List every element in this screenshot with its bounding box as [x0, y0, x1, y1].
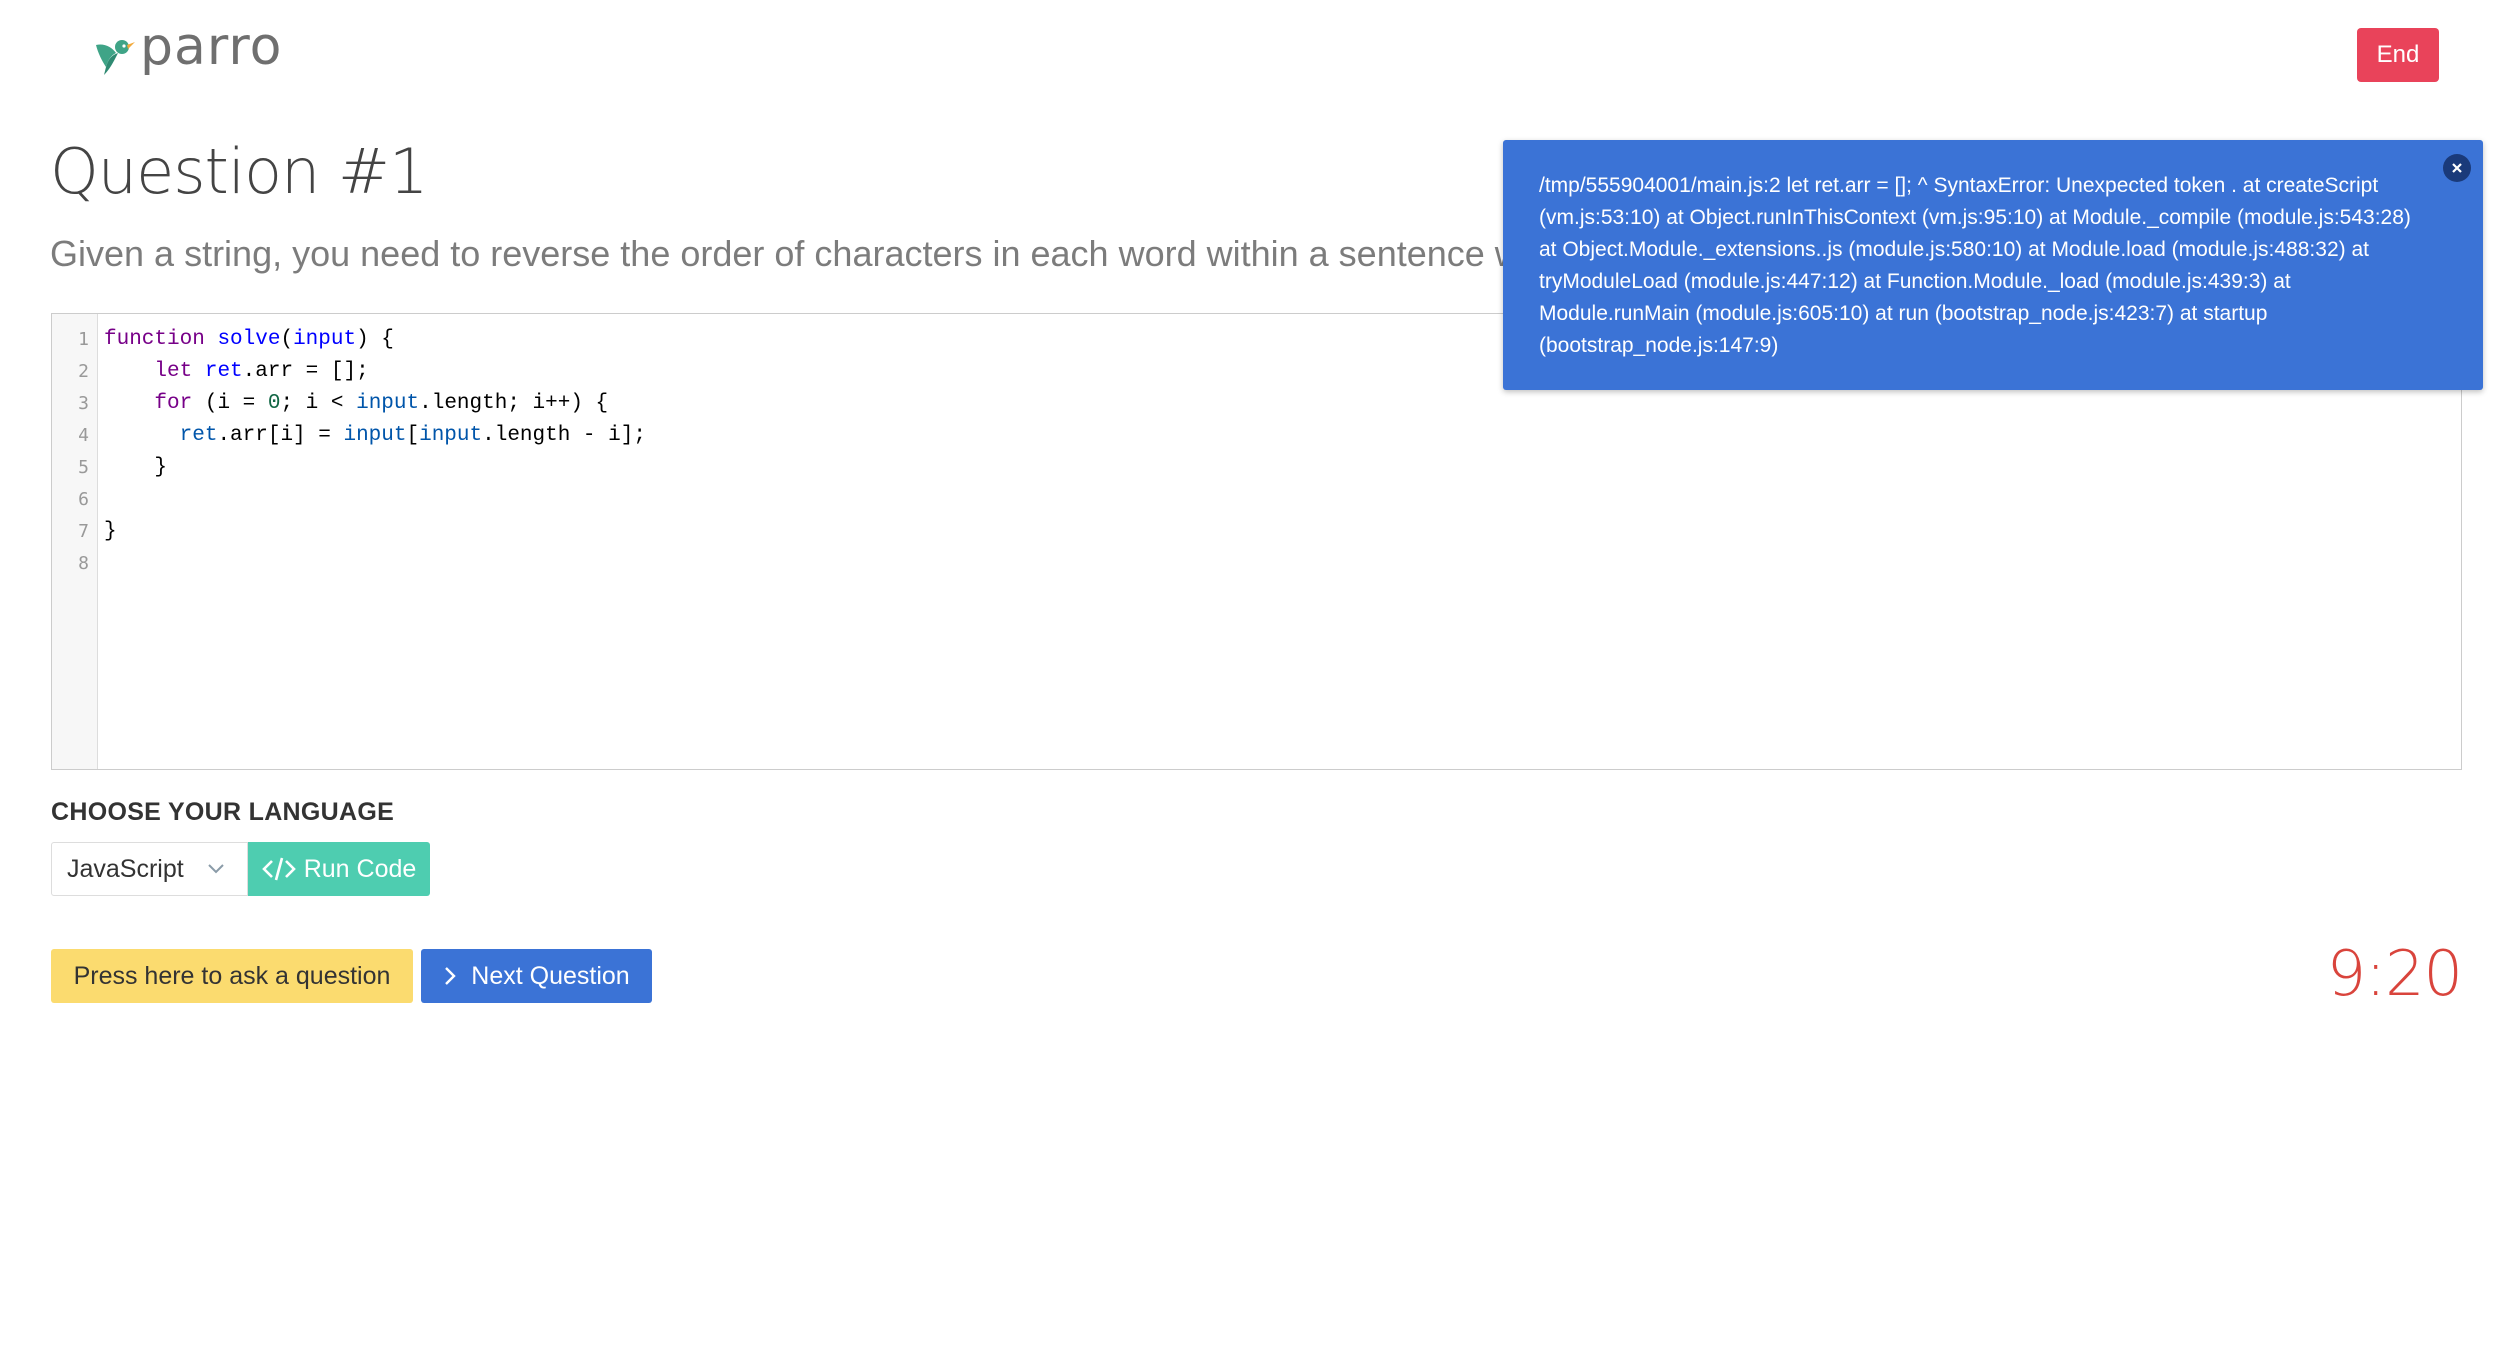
run-code-label: Run Code	[303, 854, 417, 883]
ask-question-button[interactable]: Press here to ask a question	[51, 949, 413, 1003]
next-question-button[interactable]: Next Question	[421, 949, 652, 1003]
line-number: 7	[78, 521, 89, 542]
line-number-gutter: 1 2 3 4 5 6 7 8	[52, 314, 98, 769]
line-number: 5	[78, 457, 89, 478]
error-message: /tmp/555904001/main.js:2 let ret.arr = […	[1539, 174, 2411, 357]
line-number: 3	[78, 393, 89, 414]
code-line: for (i = 0; i < input.length; i++) {	[154, 392, 609, 415]
countdown-timer: 9:20	[2326, 937, 2463, 1010]
parro-logo: parro	[90, 20, 282, 82]
run-code-button[interactable]: Run Code	[248, 842, 430, 896]
language-label: CHOOSE YOUR LANGUAGE	[51, 798, 395, 826]
line-number: 2	[78, 361, 89, 382]
code-brackets-icon	[261, 857, 296, 881]
line-number: 8	[78, 553, 89, 574]
code-line: }	[104, 456, 168, 479]
logo-text: parro	[140, 17, 283, 77]
hummingbird-icon	[96, 40, 135, 75]
line-number: 6	[78, 489, 89, 510]
chevron-down-icon	[208, 864, 224, 874]
line-number: 4	[78, 425, 89, 446]
language-select[interactable]: JavaScript	[51, 842, 248, 896]
next-question-label: Next Question	[471, 961, 630, 990]
language-select-value: JavaScript	[67, 854, 184, 883]
code-line: }	[104, 520, 117, 543]
chevron-right-icon	[445, 967, 456, 985]
code-line: ret.arr[i] = input[input.length - i];	[179, 424, 646, 447]
error-toast: /tmp/555904001/main.js:2 let ret.arr = […	[1503, 140, 2483, 390]
close-toast-button[interactable]	[2443, 154, 2471, 182]
end-button[interactable]: End	[2357, 28, 2439, 82]
close-icon	[2452, 163, 2462, 173]
question-title: Question #1	[50, 135, 428, 208]
line-number: 1	[78, 329, 89, 350]
